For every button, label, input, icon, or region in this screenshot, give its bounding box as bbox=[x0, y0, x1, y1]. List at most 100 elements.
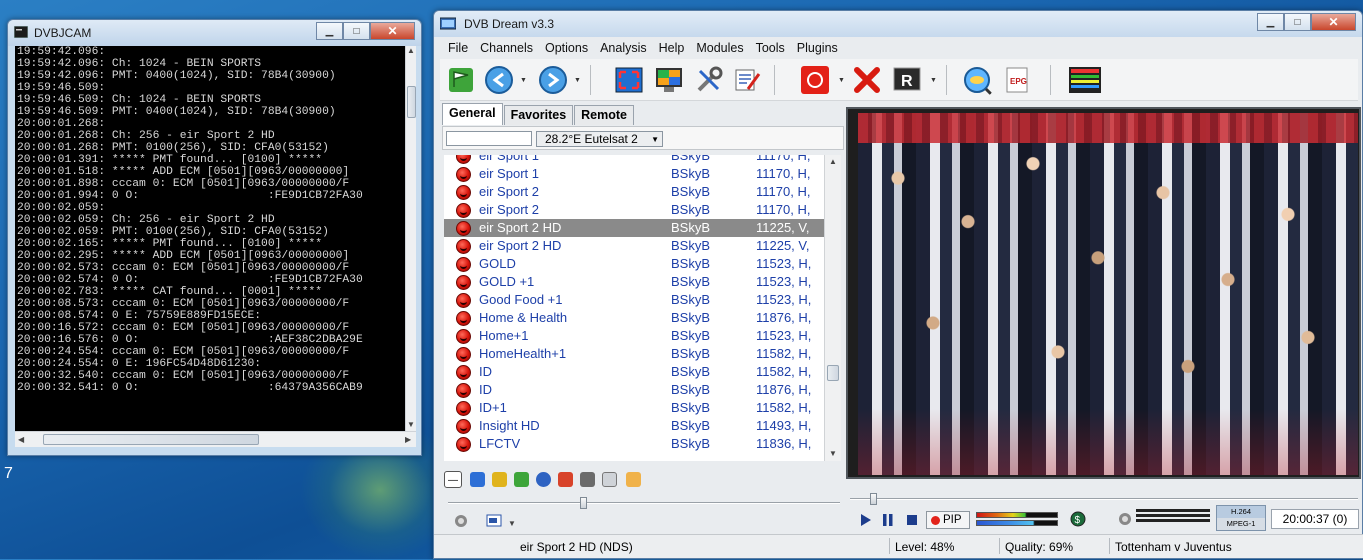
pip-button[interactable]: PIP bbox=[926, 511, 970, 529]
status-program: Tottenham v Juventus bbox=[1115, 540, 1232, 554]
speaker-icon[interactable] bbox=[1118, 512, 1132, 526]
channel-row[interactable]: Good Food +1 BSkyB 11523, H, bbox=[444, 291, 824, 309]
info-diamond-icon[interactable] bbox=[470, 472, 485, 487]
dvbjcam-titlebar[interactable]: DVBJCAM ▁ □ ✕ bbox=[8, 20, 421, 46]
scroll-up-icon[interactable]: ▲ bbox=[407, 46, 415, 55]
channel-list[interactable]: eir Sport 1 BSkyB 11170, H, eir Sport 1 BSky… bbox=[444, 155, 824, 461]
channel-row[interactable]: ID BSkyB 11582, H, bbox=[444, 363, 824, 381]
menu-modules[interactable]: Modules bbox=[690, 38, 749, 58]
menu-file[interactable]: File bbox=[442, 38, 474, 58]
channel-row[interactable]: Insight HD BSkyB 11493, H, bbox=[444, 417, 824, 435]
console-horizontal-scrollbar[interactable]: ◀ ▶ bbox=[15, 431, 416, 447]
scroll-right-icon[interactable]: ▶ bbox=[405, 435, 411, 444]
channel-row[interactable]: Home & Health BSkyB 11876, H, bbox=[444, 309, 824, 327]
channel-row[interactable]: LFCTV BSkyB 11836, H, bbox=[444, 435, 824, 453]
remote-r-icon[interactable]: R bbox=[892, 65, 922, 95]
heart-icon[interactable] bbox=[558, 472, 573, 487]
screenshot-icon[interactable] bbox=[486, 514, 504, 528]
record-dropdown-icon[interactable]: ▼ bbox=[838, 77, 845, 84]
menu-tools[interactable]: Tools bbox=[750, 38, 791, 58]
channel-name: ID+1 bbox=[479, 400, 507, 415]
scan-satellite-icon[interactable] bbox=[962, 65, 992, 95]
channel-row[interactable]: eir Sport 1 BSkyB 11170, H, bbox=[444, 165, 824, 183]
menu-plugins[interactable]: Plugins bbox=[791, 38, 844, 58]
channel-row[interactable]: HomeHealth+1 BSkyB 11582, H, bbox=[444, 345, 824, 363]
scroll-down-icon[interactable]: ▼ bbox=[407, 420, 415, 429]
dvbdream-titlebar[interactable]: DVB Dream v3.3 ▁ □ ✕ bbox=[434, 11, 1362, 37]
tools-wrench-icon[interactable] bbox=[694, 65, 724, 95]
tab-remote[interactable]: Remote bbox=[574, 105, 634, 125]
seek-track-right[interactable] bbox=[850, 498, 1358, 500]
minimize-button[interactable]: ▁ bbox=[316, 22, 343, 40]
console-hscroll-thumb[interactable] bbox=[43, 434, 259, 445]
satellite-select[interactable]: 28.2°E Eutelsat 2 ▼ bbox=[536, 131, 663, 147]
stop-x-icon[interactable] bbox=[852, 65, 882, 95]
channel-row[interactable]: eir Sport 2 BSkyB 11170, H, bbox=[444, 183, 824, 201]
console-line: 19:59:46.509: Ch: 1024 - BEIN SPORTS bbox=[17, 94, 262, 106]
info-icon[interactable] bbox=[536, 472, 551, 487]
maximize-icon: □ bbox=[353, 25, 360, 37]
scroll-up-icon[interactable]: ▲ bbox=[829, 157, 837, 166]
screenshot-dropdown-icon[interactable]: ▼ bbox=[508, 519, 516, 528]
menu-help[interactable]: Help bbox=[653, 38, 691, 58]
seek-knob-left[interactable] bbox=[580, 497, 587, 509]
maximize-button[interactable]: □ bbox=[1284, 13, 1311, 31]
menu-channels[interactable]: Channels bbox=[474, 38, 539, 58]
maximize-button[interactable]: □ bbox=[343, 22, 370, 40]
play-icon[interactable] bbox=[860, 514, 872, 526]
tab-favorites[interactable]: Favorites bbox=[503, 105, 574, 125]
dollar-icon[interactable]: $ bbox=[1070, 511, 1086, 527]
remote-dropdown-icon[interactable]: ▼ bbox=[930, 77, 937, 84]
console-scroll-thumb[interactable] bbox=[407, 86, 416, 118]
console-log[interactable]: 19:59:42.096: 19:59:42.096: Ch: 1024 - BE… bbox=[15, 46, 405, 431]
fullscreen-icon[interactable] bbox=[614, 65, 644, 95]
channel-row[interactable]: eir Sport 2 HD BSkyB 11225, V, bbox=[444, 237, 824, 255]
video-player[interactable] bbox=[846, 107, 1361, 479]
back-arrow-icon[interactable] bbox=[484, 65, 514, 95]
channel-row[interactable]: Home+1 BSkyB 11523, H, bbox=[444, 327, 824, 345]
menu-options[interactable]: Options bbox=[539, 38, 594, 58]
channel-row[interactable]: eir Sport 1 BSkyB 11170, H, bbox=[444, 155, 824, 165]
edit-icon[interactable] bbox=[602, 472, 617, 487]
menu-analysis[interactable]: Analysis bbox=[594, 38, 653, 58]
close-button[interactable]: ✕ bbox=[370, 22, 415, 40]
channel-row[interactable]: eir Sport 2 BSkyB 11170, H, bbox=[444, 201, 824, 219]
stop-icon[interactable] bbox=[906, 514, 918, 526]
channel-list-scrollbar[interactable]: ▲ ▼ bbox=[824, 155, 841, 461]
channel-row[interactable]: GOLD BSkyB 11523, H, bbox=[444, 255, 824, 273]
key-icon[interactable] bbox=[626, 472, 641, 487]
edit-list-icon[interactable] bbox=[732, 65, 762, 95]
seek-knob-right[interactable] bbox=[870, 493, 877, 505]
channel-search-input[interactable] bbox=[446, 131, 532, 146]
pause-icon[interactable] bbox=[882, 514, 894, 526]
teletext-icon[interactable] bbox=[1068, 65, 1102, 95]
channel-row[interactable]: eir Sport 2 HD BSkyB 11225, V, bbox=[444, 219, 824, 237]
channel-list-scroll-thumb[interactable] bbox=[827, 365, 839, 381]
close-button[interactable]: ✕ bbox=[1311, 13, 1356, 31]
forward-dropdown-icon[interactable]: ▼ bbox=[574, 77, 581, 84]
minimize-button[interactable]: ▁ bbox=[1257, 13, 1284, 31]
console-line: 20:00:32.541: 0 O: :64379A356CAB9 bbox=[17, 382, 363, 394]
scrambled-channel-icon bbox=[456, 221, 471, 236]
scroll-left-icon[interactable]: ◀ bbox=[18, 435, 24, 444]
refresh-icon[interactable] bbox=[514, 472, 529, 487]
record-icon[interactable] bbox=[800, 65, 830, 95]
volume-icon[interactable] bbox=[454, 514, 468, 528]
seek-track-left[interactable] bbox=[448, 502, 840, 504]
status-separator bbox=[999, 538, 1000, 554]
display-settings-icon[interactable] bbox=[654, 65, 684, 95]
tab-general[interactable]: General bbox=[442, 103, 503, 125]
forward-arrow-icon[interactable] bbox=[538, 65, 568, 95]
channel-row[interactable]: GOLD +1 BSkyB 11523, H, bbox=[444, 273, 824, 291]
favorites-flag-icon[interactable] bbox=[446, 65, 476, 95]
channel-row[interactable]: ID BSkyB 11876, H, bbox=[444, 381, 824, 399]
music-icon[interactable] bbox=[580, 472, 595, 487]
console-vertical-scrollbar[interactable]: ▲ ▼ bbox=[405, 46, 416, 431]
console-line: 20:00:01.268: PMT: 0100(256), SID: CFA0(… bbox=[17, 142, 329, 154]
scroll-down-icon[interactable]: ▼ bbox=[829, 449, 837, 458]
collapse-button[interactable]: — bbox=[444, 471, 462, 488]
epg-icon[interactable]: EPG bbox=[1002, 65, 1032, 95]
channel-row[interactable]: ID+1 BSkyB 11582, H, bbox=[444, 399, 824, 417]
sort-icon[interactable] bbox=[492, 472, 507, 487]
back-dropdown-icon[interactable]: ▼ bbox=[520, 77, 527, 84]
